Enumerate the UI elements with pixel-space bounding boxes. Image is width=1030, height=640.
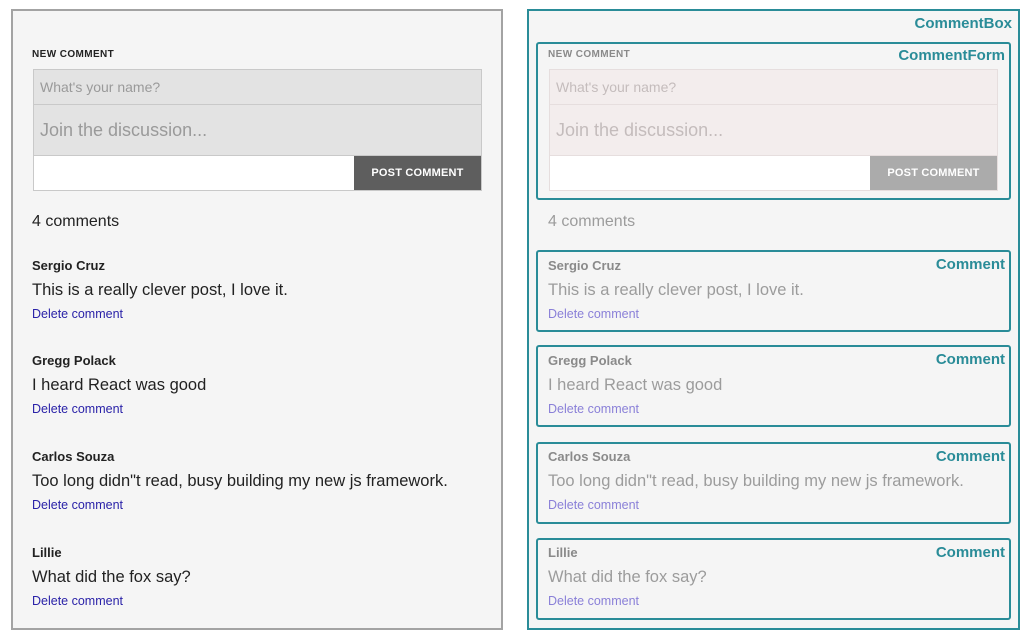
comment: Lillie What did the fox say? Delete comm…: [32, 545, 191, 608]
comment: Sergio Cruz This is a really clever post…: [32, 258, 288, 321]
post-comment-button[interactable]: POST COMMENT: [870, 156, 997, 190]
comment-text-input[interactable]: [549, 105, 998, 156]
delete-comment-link[interactable]: Delete comment: [548, 594, 707, 608]
comment-body: Too long didn"t read, busy building my n…: [32, 472, 448, 490]
comment-author: Sergio Cruz: [548, 258, 621, 273]
comment-body: What did the fox say?: [32, 568, 191, 586]
comments-count: 4 comments: [32, 213, 120, 230]
delete-comment-link[interactable]: Delete comment: [32, 498, 448, 512]
comment-author: Carlos Souza: [548, 449, 631, 464]
comment: Carlos Souza Too long didn"t read, busy …: [32, 449, 448, 512]
commentbox-annotation: CommentBox: [914, 15, 1012, 32]
comment-author: Lillie: [32, 545, 62, 560]
delete-comment-link[interactable]: Delete comment: [32, 594, 191, 608]
comment-text-input[interactable]: [33, 105, 482, 156]
comment: Gregg Polack I heard React was good Dele…: [32, 353, 206, 416]
post-comment-button[interactable]: POST COMMENT: [354, 156, 481, 190]
comment-author: Sergio Cruz: [32, 258, 105, 273]
name-input[interactable]: [549, 69, 998, 105]
new-comment-label: NEW COMMENT: [32, 49, 115, 60]
comment-body: I heard React was good: [548, 376, 723, 394]
comment-body: This is a really clever post, I love it.: [548, 281, 804, 299]
comment: Sergio Cruz This is a really clever post…: [548, 258, 804, 321]
delete-comment-link[interactable]: Delete comment: [32, 402, 206, 416]
name-input[interactable]: [33, 69, 482, 105]
comment-body: I heard React was good: [32, 376, 207, 394]
comment-annotation: Comment: [935, 351, 1005, 368]
delete-comment-link[interactable]: Delete comment: [548, 402, 722, 416]
comment-annotation: Comment: [935, 256, 1005, 273]
comment-body: This is a really clever post, I love it.: [32, 281, 288, 299]
comments-count: 4 comments: [548, 213, 636, 230]
comment-author: Gregg Polack: [32, 353, 116, 368]
comment-annotation: Comment: [935, 544, 1005, 561]
new-comment-label: NEW COMMENT: [548, 49, 631, 60]
submit-row: POST COMMENT: [33, 156, 482, 191]
comment: Carlos Souza Too long didn"t read, busy …: [548, 449, 964, 512]
comment: Gregg Polack I heard React was good Dele…: [548, 353, 722, 416]
comment-author: Lillie: [548, 545, 578, 560]
comment-box-panel: NEW COMMENT POST COMMENT 4 comments Serg…: [11, 9, 503, 630]
delete-comment-link[interactable]: Delete comment: [548, 307, 804, 321]
comment-body: What did the fox say?: [548, 568, 707, 586]
delete-comment-link[interactable]: Delete comment: [32, 307, 288, 321]
submit-row: POST COMMENT: [549, 156, 998, 191]
delete-comment-link[interactable]: Delete comment: [548, 498, 964, 512]
comment-body: Too long didn"t read, busy building my n…: [548, 472, 964, 490]
comment-author: Carlos Souza: [32, 449, 115, 464]
commentform-annotation: CommentForm: [898, 47, 1005, 64]
comment: Lillie What did the fox say? Delete comm…: [548, 545, 707, 608]
comment-box-annotated-panel: CommentBox CommentForm NEW COMMENT POST …: [527, 9, 1020, 630]
comment-author: Gregg Polack: [548, 353, 632, 368]
